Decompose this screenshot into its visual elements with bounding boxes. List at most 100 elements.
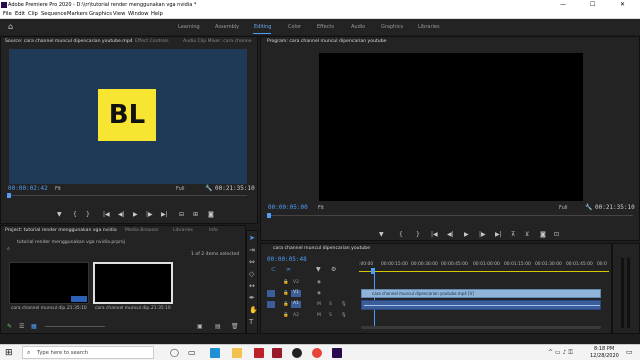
project-item-2[interactable]: cara channel muncul dip... 21:35:10 (93, 262, 173, 312)
razor-tool-icon[interactable]: ◇ (249, 270, 254, 278)
track-a1-header[interactable]: 🔒 A1 M S 🎙 (261, 300, 359, 310)
track-v2-header[interactable]: 🔒 V2 ◉ (261, 278, 359, 288)
work-area-bar[interactable] (359, 271, 609, 272)
program-go-to-out-icon[interactable]: ▶| (495, 231, 502, 238)
audio-clip[interactable] (361, 300, 601, 310)
ripple-edit-tool-icon[interactable]: ⇔ (249, 258, 255, 266)
menu-clip[interactable]: Clip (28, 11, 38, 17)
source-quality-select[interactable]: Full (176, 186, 185, 192)
notification-icon[interactable]: ▭ (626, 348, 633, 356)
lock-icon[interactable]: 🔒 (283, 302, 289, 307)
app-icon-red[interactable] (254, 348, 264, 358)
hand-tool-icon[interactable]: ✋ (249, 306, 258, 314)
program-camera-icon[interactable]: ◙ (540, 231, 546, 238)
solo-icon[interactable]: S (329, 302, 332, 307)
tab-program[interactable]: Program: cara channel muncul dipencarian… (267, 39, 386, 44)
menu-help[interactable]: Help (151, 11, 163, 17)
mic-icon[interactable]: 🎙 (341, 302, 347, 307)
lock-icon[interactable]: 🔒 (283, 280, 289, 285)
mark-out-icon[interactable]: } (86, 211, 90, 218)
eye-icon[interactable]: ◉ (317, 291, 321, 296)
program-mark-in-icon[interactable]: { (399, 231, 403, 238)
video-clip[interactable]: cara channel muncul dipencarian youtube.… (361, 289, 601, 298)
list-view-icon[interactable]: ☰ (19, 323, 24, 330)
track-select-tool-icon[interactable]: ⇥ (249, 246, 255, 254)
program-fit-select[interactable]: Fit (318, 205, 324, 211)
slip-tool-icon[interactable]: ↔ (249, 282, 255, 290)
workspace-editing[interactable]: Editing (254, 24, 271, 30)
workspace-effects[interactable]: Effects (317, 24, 334, 30)
search-icon[interactable]: ⌕ (7, 246, 10, 252)
new-item-icon[interactable]: ▤ (215, 323, 221, 330)
tab-libraries[interactable]: Libraries (173, 228, 193, 233)
task-view-icon[interactable]: ◯ (170, 348, 179, 357)
step-forward-icon[interactable]: |▶ (146, 211, 153, 218)
minimize-button[interactable]: — (560, 1, 566, 8)
pen-tool-icon[interactable]: ✒ (249, 294, 255, 302)
tab-audio-clip-mixer[interactable]: Audio Clip Mixer: cara channe (183, 39, 252, 44)
tab-sequence[interactable]: cara channel muncul dipencarian youtube (273, 246, 370, 251)
lift-icon[interactable]: ⊼ (511, 231, 515, 238)
program-timecode[interactable]: 00:00:05:00 (268, 204, 308, 211)
mute-icon[interactable]: M (317, 302, 321, 307)
go-to-out-icon[interactable]: ▶| (161, 211, 168, 218)
tab-source[interactable]: Source: cara channel muncul dipencarian … (5, 39, 133, 44)
play-icon[interactable]: ▶ (133, 211, 138, 218)
icon-view-icon[interactable]: ▦ (31, 323, 37, 330)
selection-tool-icon[interactable]: ➤ (249, 234, 255, 242)
lock-icon[interactable]: 🔒 (283, 313, 289, 318)
lock-icon[interactable]: 🔒 (283, 291, 289, 296)
zoom-slider[interactable] (45, 326, 105, 327)
source-patch-a1[interactable] (267, 301, 275, 308)
menu-graphics[interactable]: Graphics (89, 11, 112, 17)
program-mark-out-icon[interactable]: } (416, 231, 420, 238)
tab-project[interactable]: Project: tutorial render menggunakan vga… (5, 228, 117, 233)
new-bin-icon[interactable]: ▣ (197, 323, 203, 330)
time-ruler[interactable]: :00:00 00:00:15:00 00:00:30:00 00:00:45:… (359, 260, 609, 276)
track-a2-header[interactable]: 🔒 A2 M S 🎙 (261, 311, 359, 321)
media-app-icon[interactable] (272, 348, 282, 358)
add-marker-icon[interactable]: ▼ (316, 266, 321, 273)
program-step-forward-icon[interactable]: |▶ (479, 231, 486, 238)
mic-icon[interactable]: 🎙 (341, 313, 347, 318)
close-button[interactable]: ✕ (620, 1, 625, 8)
premiere-icon[interactable] (332, 348, 342, 358)
step-back-icon[interactable]: ◀| (118, 211, 125, 218)
camera-icon[interactable]: ◙ (208, 211, 214, 218)
home-icon[interactable]: ⌂ (8, 22, 13, 31)
workspace-graphics[interactable]: Graphics (381, 24, 403, 30)
windows-start-icon[interactable]: ⊞ (5, 348, 13, 358)
go-to-in-icon[interactable]: |◀ (103, 211, 110, 218)
overwrite-icon[interactable]: ⊞ (193, 211, 198, 218)
program-quality-select[interactable]: Full (559, 205, 568, 211)
marker-icon[interactable]: ▼ (57, 211, 62, 218)
timeline-settings-icon[interactable]: ⚙ (331, 266, 336, 273)
project-item-1[interactable]: cara channel muncul dip... 21:35:10 (9, 262, 89, 312)
compare-icon[interactable]: ⊡ (554, 231, 559, 238)
timeline-timecode[interactable]: 00:00:05:48 (267, 256, 307, 263)
wrench-icon[interactable]: 🔧 (205, 185, 212, 192)
program-play-icon[interactable]: ▶ (464, 231, 469, 238)
insert-icon[interactable]: ⊟ (179, 211, 184, 218)
system-tray-icons[interactable]: ^ ▭ ♪ ⚿ (548, 349, 573, 357)
menu-view[interactable]: View (113, 11, 125, 17)
eye-icon[interactable]: ◉ (317, 280, 321, 285)
menu-edit[interactable]: Edit (15, 11, 25, 17)
workspace-color[interactable]: Color (288, 24, 301, 30)
source-scrubber[interactable] (9, 195, 247, 196)
program-wrench-icon[interactable]: 🔧 (585, 204, 592, 211)
tab-effect-controls[interactable]: Effect Controls (135, 39, 169, 44)
source-playhead[interactable] (7, 193, 11, 198)
program-scrubber[interactable] (269, 215, 633, 216)
workspace-audio[interactable]: Audio (351, 24, 365, 30)
track-v1-header[interactable]: 🔒 V1 ◉ (261, 289, 359, 299)
solo-icon[interactable]: S (329, 313, 332, 318)
linked-selection-icon[interactable]: ∞ (286, 266, 291, 273)
chrome-icon[interactable] (312, 348, 322, 358)
type-tool-icon[interactable]: T (249, 318, 253, 326)
program-playhead[interactable] (267, 213, 271, 218)
menu-window[interactable]: Window (128, 11, 148, 17)
pencil-icon[interactable]: ✎ (7, 323, 12, 330)
workspace-assembly[interactable]: Assembly (215, 24, 239, 30)
tab-info[interactable]: Info (209, 228, 218, 233)
